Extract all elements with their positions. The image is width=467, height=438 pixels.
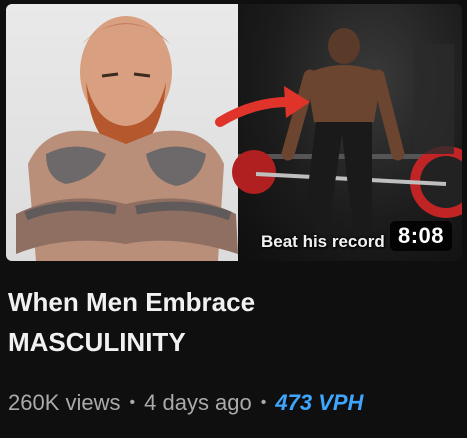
vph-badge: 473 VPH <box>275 390 364 415</box>
view-count: 260K views <box>8 390 121 415</box>
upload-age: 4 days ago <box>144 390 252 415</box>
weightlifter-image <box>232 28 462 244</box>
video-title-line1: When Men Embrace <box>8 287 256 317</box>
video-card[interactable]: Beat his record 8:08 When Men Embrace MA… <box>0 0 467 438</box>
video-metadata: 260K views • 4 days ago • 473 VPH <box>8 386 363 420</box>
thumbnail-caption: Beat his record <box>261 232 385 251</box>
duration-badge: 8:08 <box>389 221 452 251</box>
bearded-man-image <box>16 16 238 261</box>
separator-dot: • <box>260 394 267 411</box>
video-title[interactable]: When Men Embrace MASCULINITY <box>8 282 448 362</box>
video-thumbnail[interactable]: Beat his record 8:08 <box>6 4 462 261</box>
video-title-line2: MASCULINITY <box>8 327 186 357</box>
separator-dot: • <box>129 394 136 411</box>
